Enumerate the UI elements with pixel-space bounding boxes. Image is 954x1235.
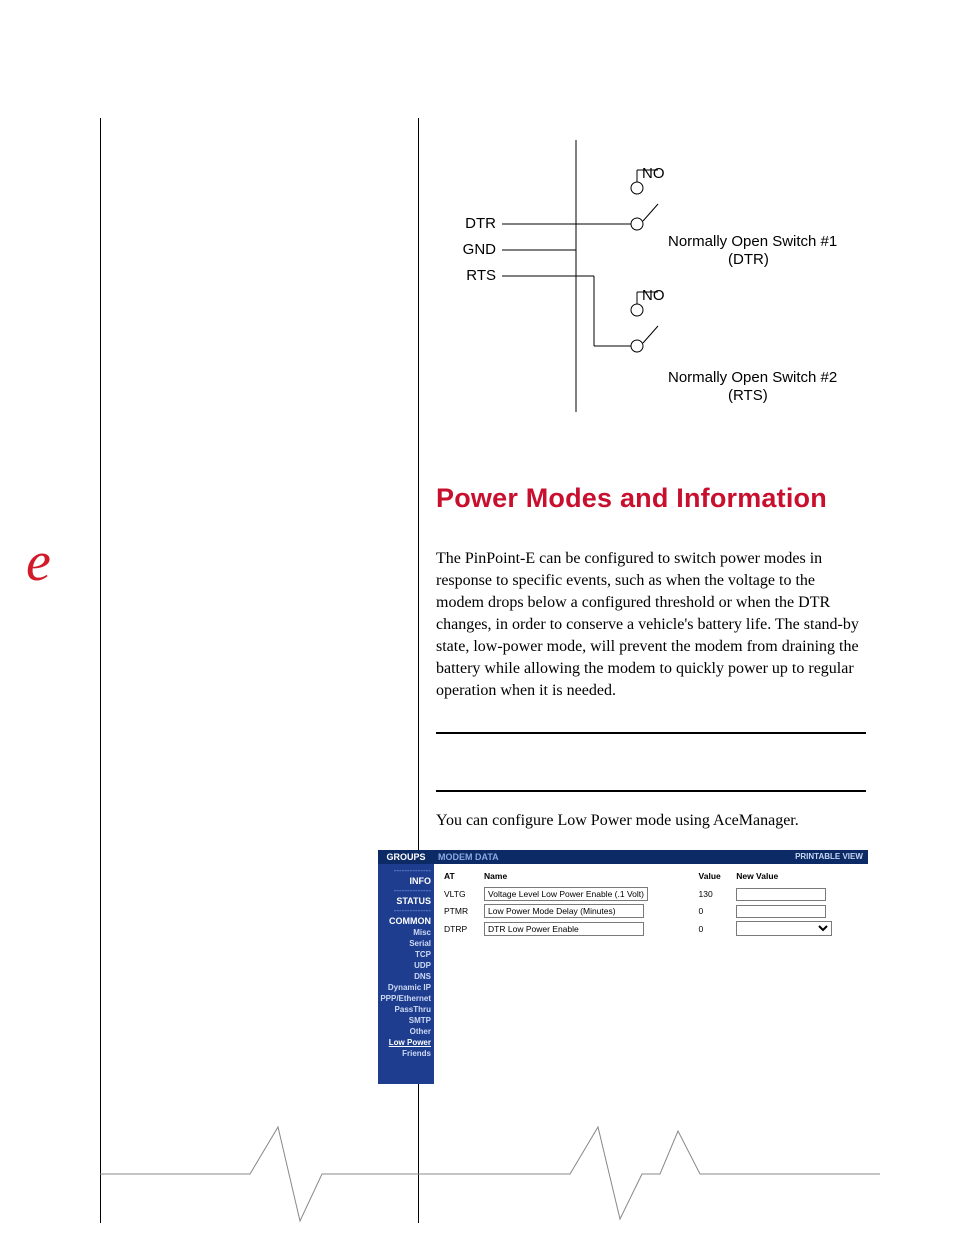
label-no-1: NO — [642, 165, 665, 182]
footer-waveform — [100, 1119, 880, 1229]
sidebar-item-tcp[interactable]: TCP — [378, 949, 434, 960]
col-at: AT — [440, 868, 480, 887]
sidebar-item-low-power[interactable]: Low Power — [378, 1037, 434, 1048]
cell-name: Voltage Level Low Power Enable (.1 Volt) — [484, 887, 648, 901]
label-rts: RTS — [466, 267, 496, 284]
cell-at: DTRP — [440, 921, 480, 939]
sidebar-item-friends[interactable]: Friends — [378, 1048, 434, 1059]
table-row: VLTG Voltage Level Low Power Enable (.1 V… — [440, 887, 862, 904]
app-main: AT Name Value New Value VLTG Voltage Leve… — [434, 864, 868, 1084]
col-new-value: New Value — [732, 868, 862, 887]
app-body: -------------- INFO -------------- STATU… — [378, 864, 868, 1084]
groups-header: GROUPS — [378, 850, 434, 864]
sidebar-item-smtp[interactable]: SMTP — [378, 1015, 434, 1026]
cell-new-value — [732, 921, 862, 939]
cell-value: 0 — [695, 904, 733, 921]
sidebar-item-misc[interactable]: Misc — [378, 927, 434, 938]
cell-new-value — [732, 887, 862, 904]
cell-name-wrap: Voltage Level Low Power Enable (.1 Volt) — [480, 887, 695, 904]
vertical-rule-left — [100, 118, 101, 1223]
label-no-2: NO — [642, 287, 665, 304]
config-paragraph: You can configure Low Power mode using A… — [436, 810, 866, 832]
sidebar-divider: -------------- — [378, 907, 434, 915]
label-sw2-line1: Normally Open Switch #2 — [668, 369, 837, 386]
sidebar-divider: -------------- — [378, 867, 434, 875]
sidebar-item-ppp-ethernet[interactable]: PPP/Ethernet — [378, 993, 434, 1004]
cell-new-value — [732, 904, 862, 921]
cell-name: DTR Low Power Enable — [484, 922, 644, 936]
horizontal-rule-1 — [436, 732, 866, 734]
cell-name-wrap: Low Power Mode Delay (Minutes) — [480, 904, 695, 921]
new-value-input[interactable] — [736, 905, 826, 918]
sidebar-item-udp[interactable]: UDP — [378, 960, 434, 971]
cell-value: 130 — [695, 887, 733, 904]
modem-data-header: MODEM DATA — [434, 850, 790, 864]
printable-view-link[interactable]: PRINTABLE VIEW — [790, 850, 868, 864]
new-value-input[interactable] — [736, 888, 826, 901]
acemanager-window: GROUPS MODEM DATA PRINTABLE VIEW -------… — [378, 850, 868, 1084]
cell-at: VLTG — [440, 887, 480, 904]
section-heading: Power Modes and Information — [436, 483, 827, 514]
cell-name: Low Power Mode Delay (Minutes) — [484, 904, 644, 918]
intro-paragraph: The PinPoint-E can be configured to swit… — [436, 548, 866, 703]
label-sw1-line2: (DTR) — [728, 251, 769, 268]
document-page: e DTR GND RTS NO Normally Open Switch #1… — [0, 0, 954, 1235]
label-gnd: GND — [463, 241, 497, 258]
col-value: Value — [695, 868, 733, 887]
sidebar-item-passthru[interactable]: PassThru — [378, 1004, 434, 1015]
settings-table: AT Name Value New Value VLTG Voltage Leve… — [440, 868, 862, 939]
sidebar-head-common[interactable]: COMMON — [378, 915, 434, 927]
sidebar-item-other[interactable]: Other — [378, 1026, 434, 1037]
label-dtr: DTR — [465, 215, 496, 232]
sidebar-divider: -------------- — [378, 887, 434, 895]
col-name: Name — [480, 868, 695, 887]
cell-name-wrap: DTR Low Power Enable — [480, 921, 695, 939]
cell-value: 0 — [695, 921, 733, 939]
sidebar-item-dns[interactable]: DNS — [378, 971, 434, 982]
sidebar-item-dynamic-ip[interactable]: Dynamic IP — [378, 982, 434, 993]
table-row: DTRP DTR Low Power Enable 0 — [440, 921, 862, 939]
table-row: PTMR Low Power Mode Delay (Minutes) 0 — [440, 904, 862, 921]
sidebar-item-serial[interactable]: Serial — [378, 938, 434, 949]
label-sw2-line2: (RTS) — [728, 387, 768, 404]
app-header: GROUPS MODEM DATA PRINTABLE VIEW — [378, 850, 868, 864]
sidebar: -------------- INFO -------------- STATU… — [378, 864, 434, 1084]
cell-at: PTMR — [440, 904, 480, 921]
switch-diagram: DTR GND RTS NO Normally Open Switch #1 (… — [436, 126, 866, 426]
horizontal-rule-2 — [436, 790, 866, 792]
brand-glyph-e: e — [26, 534, 51, 590]
label-sw1-line1: Normally Open Switch #1 — [668, 233, 837, 250]
new-value-select[interactable] — [736, 921, 832, 936]
